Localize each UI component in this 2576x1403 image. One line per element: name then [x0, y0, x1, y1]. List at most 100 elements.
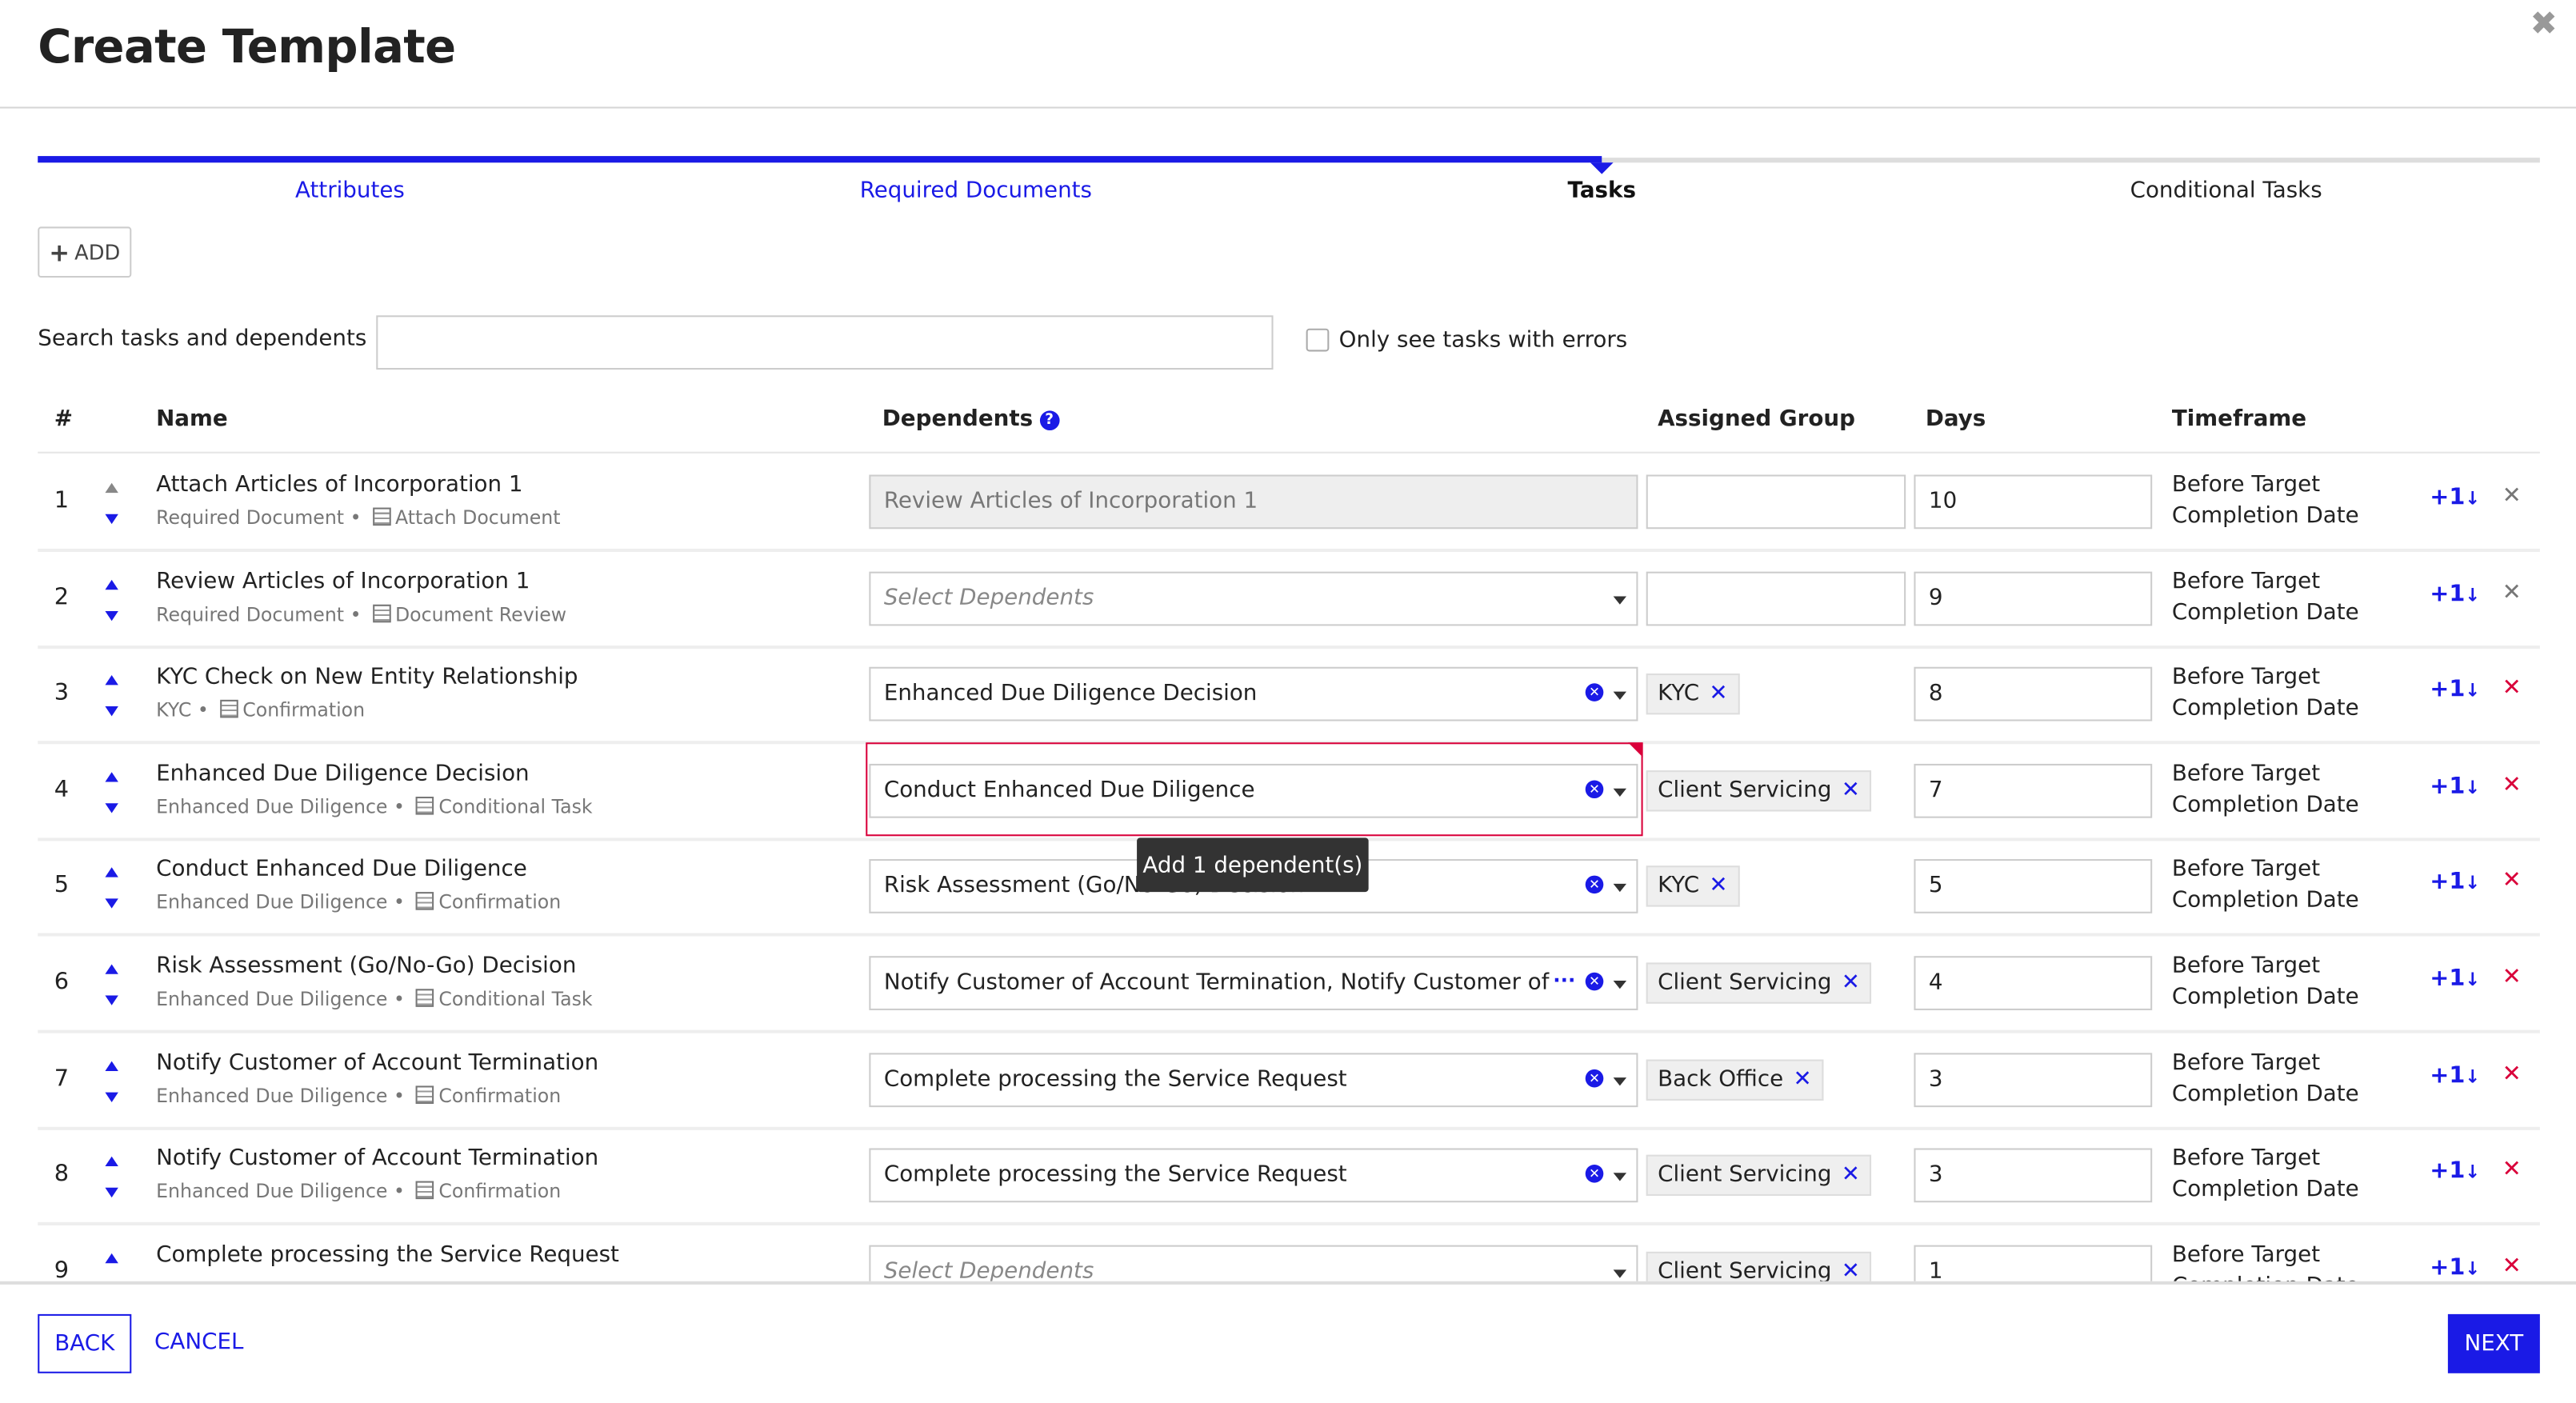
- help-icon[interactable]: ?: [1039, 410, 1059, 431]
- add-dependent-button[interactable]: +1↓: [2430, 773, 2480, 800]
- assigned-group-input[interactable]: [1646, 474, 1906, 530]
- move-up-icon[interactable]: [105, 1060, 118, 1071]
- remove-icon[interactable]: ✕: [1842, 1258, 1860, 1281]
- back-button[interactable]: BACK: [38, 1313, 132, 1373]
- errors-only-checkbox[interactable]: [1306, 328, 1330, 352]
- add-dependent-button[interactable]: +1↓: [2430, 1062, 2480, 1089]
- days-input[interactable]: 1: [1914, 1245, 2153, 1281]
- list-icon: [415, 892, 434, 911]
- add-dependent-button[interactable]: +1↓: [2430, 1255, 2480, 1281]
- move-down-icon[interactable]: [105, 610, 118, 621]
- dependents-select[interactable]: Enhanced Due Diligence Decision ✕: [869, 667, 1638, 721]
- move-down-icon[interactable]: [105, 1091, 118, 1102]
- add-dependent-button[interactable]: +1↓: [2430, 581, 2480, 607]
- move-down-icon[interactable]: [105, 1188, 118, 1198]
- days-input[interactable]: 10: [1914, 474, 2153, 530]
- days-input[interactable]: 3: [1914, 1052, 2153, 1107]
- move-down-icon[interactable]: [105, 802, 118, 813]
- delete-icon[interactable]: ✕: [2502, 579, 2522, 606]
- chevron-down-icon[interactable]: [1613, 884, 1627, 893]
- step-tasks[interactable]: Tasks: [1568, 178, 1637, 204]
- remove-icon[interactable]: ✕: [1842, 969, 1860, 996]
- chevron-down-icon[interactable]: [1613, 1269, 1627, 1278]
- remove-icon[interactable]: ✕: [1842, 1161, 1860, 1188]
- remove-icon[interactable]: ✕: [1709, 681, 1727, 707]
- add-button[interactable]: + ADD: [38, 226, 132, 278]
- chevron-down-icon[interactable]: [1613, 788, 1627, 797]
- dependents-select[interactable]: Conduct Enhanced Due Diligence ✕: [869, 763, 1638, 818]
- remove-icon[interactable]: ✕: [1793, 1065, 1811, 1092]
- remove-icon[interactable]: ✕: [1709, 873, 1727, 899]
- dependents-select[interactable]: Select Dependents: [869, 1245, 1638, 1281]
- step-attributes[interactable]: Attributes: [295, 178, 405, 204]
- days-input[interactable]: 7: [1914, 763, 2153, 818]
- add-dependent-button[interactable]: +1↓: [2430, 1158, 2480, 1185]
- move-up-icon[interactable]: [105, 1253, 118, 1263]
- delete-icon[interactable]: ✕: [2502, 868, 2522, 894]
- delete-icon[interactable]: ✕: [2502, 964, 2522, 990]
- remove-icon[interactable]: ✕: [1842, 777, 1860, 803]
- days-input[interactable]: 8: [1914, 667, 2153, 721]
- table-row: 9 Complete processing the Service Request…: [38, 1224, 2540, 1281]
- task-meta: KYC • Confirmation: [156, 698, 366, 721]
- delete-icon[interactable]: ✕: [2502, 1253, 2522, 1279]
- delete-icon[interactable]: ✕: [2502, 483, 2522, 510]
- move-up-icon[interactable]: [105, 579, 118, 590]
- move-down-icon[interactable]: [105, 995, 118, 1005]
- days-input[interactable]: 3: [1914, 1148, 2153, 1203]
- move-up-icon[interactable]: [105, 964, 118, 974]
- add-dependent-label: +1: [2430, 1254, 2466, 1281]
- chevron-down-icon[interactable]: [1613, 1173, 1627, 1181]
- move-down-icon[interactable]: [105, 514, 118, 525]
- move-up-icon[interactable]: [105, 482, 118, 494]
- delete-icon[interactable]: ✕: [2502, 1061, 2522, 1087]
- move-up-icon[interactable]: [105, 868, 118, 878]
- step-conditional-tasks[interactable]: Conditional Tasks: [2130, 178, 2322, 204]
- timeframe-line: Completion Date: [2171, 598, 2359, 626]
- assigned-group-input[interactable]: [1646, 570, 1906, 626]
- days-input[interactable]: 9: [1914, 570, 2153, 626]
- add-dependent-button[interactable]: +1↓: [2430, 869, 2480, 896]
- clear-icon[interactable]: ✕: [1585, 683, 1604, 702]
- cancel-button[interactable]: CANCEL: [154, 1329, 243, 1355]
- dependents-select[interactable]: Complete processing the Service Request ✕: [869, 1052, 1638, 1107]
- add-dependent-button[interactable]: +1↓: [2430, 966, 2480, 993]
- tooltip: Add 1 dependent(s): [1137, 837, 1369, 893]
- clear-icon[interactable]: ✕: [1585, 780, 1604, 798]
- dependents-select[interactable]: Notify Customer of Account Termination, …: [869, 956, 1638, 1010]
- delete-icon[interactable]: ✕: [2502, 1157, 2522, 1183]
- close-icon[interactable]: ✖: [2530, 3, 2558, 42]
- clear-icon[interactable]: ✕: [1585, 972, 1604, 991]
- row-number: 5: [54, 873, 70, 900]
- days-input[interactable]: 4: [1914, 956, 2153, 1010]
- dependents-select[interactable]: Complete processing the Service Request ✕: [869, 1148, 1638, 1203]
- move-down-icon[interactable]: [105, 706, 118, 717]
- add-dependent-button[interactable]: +1↓: [2430, 485, 2480, 511]
- move-up-icon[interactable]: [105, 1157, 118, 1167]
- add-dependent-button[interactable]: +1↓: [2430, 677, 2480, 703]
- step-required-documents[interactable]: Required Documents: [860, 178, 1092, 204]
- move-up-icon[interactable]: [105, 675, 118, 686]
- search-input[interactable]: [376, 315, 1274, 370]
- chevron-down-icon[interactable]: [1613, 980, 1627, 989]
- delete-icon[interactable]: ✕: [2502, 675, 2522, 702]
- table-row: 8 Notify Customer of Account Termination E…: [38, 1127, 2540, 1226]
- clear-icon[interactable]: ✕: [1585, 1069, 1604, 1087]
- task-meta: Enhanced Due Diligence • Confirmation: [156, 890, 562, 914]
- dependents-select[interactable]: Select Dependents: [869, 570, 1638, 626]
- assigned-group-value: KYC: [1658, 680, 1700, 707]
- chevron-down-icon[interactable]: [1613, 1077, 1627, 1085]
- chevron-down-icon[interactable]: [1613, 595, 1627, 604]
- next-button[interactable]: NEXT: [2447, 1313, 2540, 1373]
- timeframe: Before Target Completion Date: [2172, 1144, 2359, 1206]
- days-input[interactable]: 5: [1914, 859, 2153, 914]
- more-icon[interactable]: ···: [1553, 969, 1575, 993]
- move-up-icon[interactable]: [105, 771, 118, 782]
- delete-icon[interactable]: ✕: [2502, 772, 2522, 798]
- add-dependent-label: +1: [2430, 869, 2466, 897]
- move-down-icon[interactable]: [105, 899, 118, 909]
- clear-icon[interactable]: ✕: [1585, 876, 1604, 894]
- assigned-group-value: Client Servicing: [1658, 969, 1832, 996]
- clear-icon[interactable]: ✕: [1585, 1165, 1604, 1183]
- chevron-down-icon[interactable]: [1613, 691, 1627, 701]
